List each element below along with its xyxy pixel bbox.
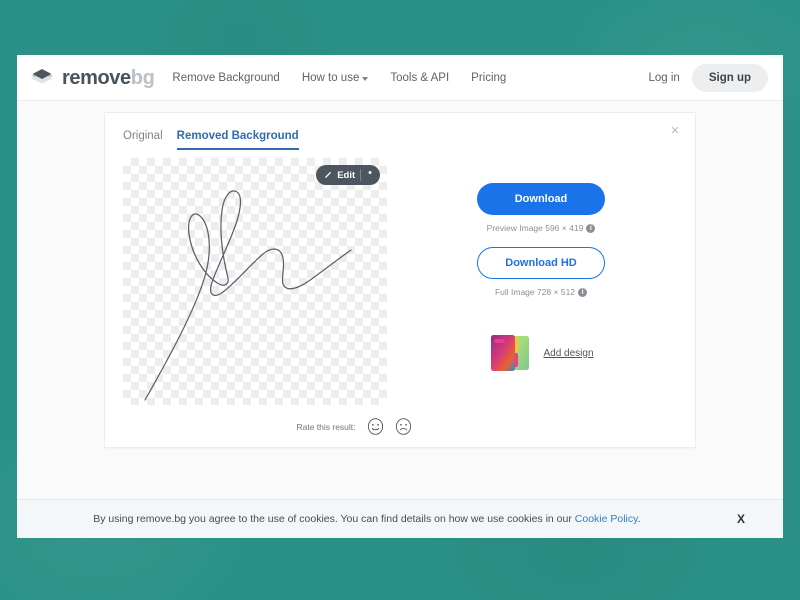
nav-item-tools-api[interactable]: Tools & API (390, 72, 449, 84)
cookie-banner-text: By using remove.bg you agree to the use … (65, 513, 640, 525)
site-header: removebg Remove Background How to use To… (17, 55, 783, 101)
brand-wordmark: removebg (62, 66, 155, 89)
rate-result-row: Rate this result: (105, 418, 695, 435)
chevron-down-icon (362, 76, 369, 81)
nav-item-remove-background[interactable]: Remove Background (172, 72, 279, 84)
tab-label: Removed Background (176, 130, 299, 142)
tab-removed-background[interactable]: Removed Background (176, 130, 299, 150)
nav-label: How to use (301, 71, 360, 84)
design-cards-icon (488, 333, 536, 373)
browser-page: removebg Remove Background How to use To… (17, 55, 783, 538)
info-icon[interactable]: i (578, 287, 588, 297)
cookie-text-after: . (637, 513, 641, 525)
download-panel: Download Preview Image 596 × 419 i Downl… (387, 158, 695, 405)
layers-diamond-icon (31, 68, 53, 83)
main-nav: Remove Background How to use Tools & API… (172, 72, 506, 84)
full-image-size: Full Image 728 × 512 (494, 287, 576, 297)
result-tabs: Original Removed Background (105, 113, 695, 150)
brand-logo[interactable]: removebg (29, 65, 155, 91)
edit-button-label: Edit (337, 169, 356, 181)
tab-label: Original (123, 130, 163, 142)
preview-image-meta: Preview Image 596 × 419 i (487, 223, 596, 233)
smiley-happy-icon[interactable] (367, 418, 384, 435)
preview-image-size: Preview Image 596 × 419 (486, 223, 584, 233)
brush-icon (325, 171, 332, 178)
add-design-row[interactable]: Add design (488, 333, 594, 373)
header-actions: Log in Sign up (648, 63, 768, 92)
image-preview[interactable]: Edit • (123, 158, 387, 405)
cookie-banner: By using remove.bg you agree to the use … (17, 499, 783, 538)
add-design-link[interactable]: Add design (543, 348, 593, 359)
signup-button[interactable]: Sign up (691, 63, 768, 92)
brand-name-secondary: bg (130, 66, 155, 89)
nav-label: Remove Background (172, 71, 280, 84)
edit-divider (360, 169, 362, 181)
full-image-meta: Full Image 728 × 512 i (494, 287, 588, 297)
cookie-text-before: By using remove.bg you agree to the use … (93, 513, 575, 525)
nav-item-pricing[interactable]: Pricing (471, 72, 506, 84)
nav-item-how-to-use[interactable]: How to use (302, 72, 369, 84)
rate-result-label: Rate this result: (296, 421, 356, 432)
edit-menu-icon[interactable]: • (366, 168, 376, 182)
download-button[interactable]: Download (477, 183, 605, 215)
page-body: × Original Removed Background Edit • Dow… (17, 101, 783, 538)
tab-original[interactable]: Original (123, 130, 163, 150)
signature-artwork (144, 190, 352, 401)
result-content: Edit • Download Preview Image 596 × 419 … (105, 150, 695, 405)
edit-button[interactable]: Edit • (316, 165, 380, 185)
smiley-sad-icon[interactable] (395, 418, 412, 435)
info-icon[interactable]: i (586, 223, 596, 233)
brand-name-primary: remove (62, 66, 131, 89)
cookie-close-button[interactable]: X (737, 512, 745, 526)
close-icon[interactable]: × (667, 123, 683, 139)
nav-label: Tools & API (390, 71, 450, 84)
result-card: × Original Removed Background Edit • Dow… (104, 112, 696, 448)
login-link[interactable]: Log in (648, 72, 679, 84)
nav-label: Pricing (471, 71, 507, 84)
cookie-policy-link[interactable]: Cookie Policy (575, 513, 638, 525)
download-hd-button[interactable]: Download HD (477, 247, 605, 279)
